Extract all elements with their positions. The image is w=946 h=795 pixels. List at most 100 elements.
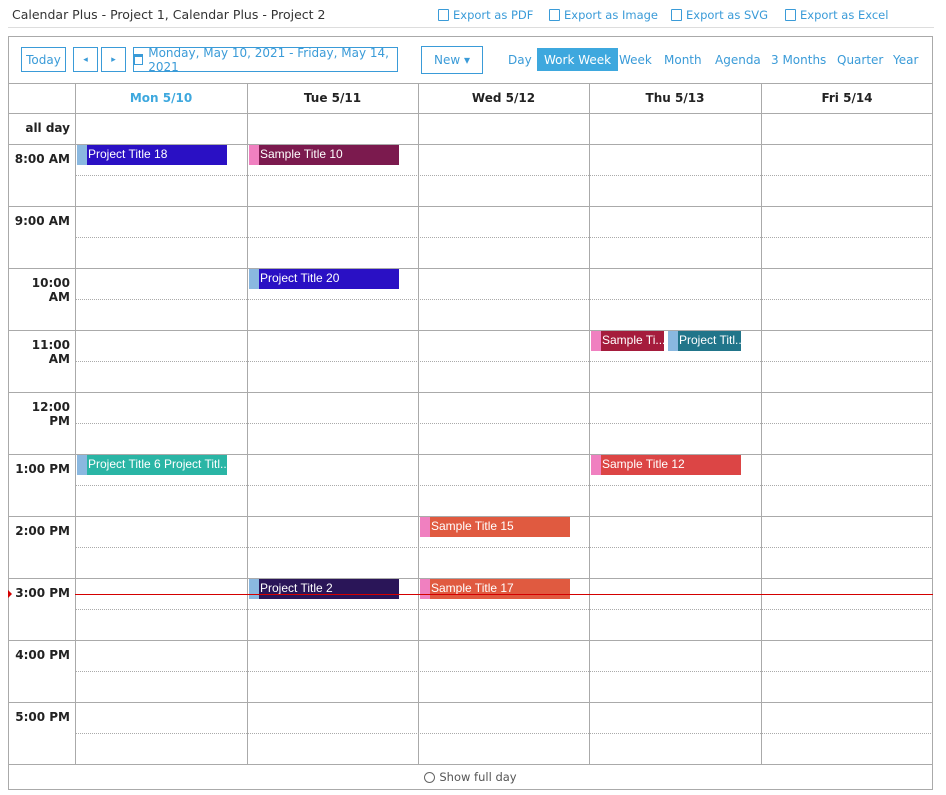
show-full-day-label: Show full day — [439, 770, 517, 784]
export-3-button[interactable]: Export as Excel — [785, 8, 888, 22]
event-stripe — [249, 269, 259, 289]
half-hour-line — [75, 361, 933, 362]
excel-icon — [785, 9, 796, 21]
event-stripe — [420, 579, 430, 599]
show-full-day-button[interactable]: Show full day — [8, 764, 933, 790]
app-title: Calendar Plus - Project 1, Calendar Plus… — [12, 7, 326, 22]
time-label: 4:00 PM — [15, 648, 70, 662]
day-header[interactable]: Thu 5/13 — [589, 83, 761, 113]
event-stripe — [668, 331, 678, 351]
half-hour-line — [75, 609, 933, 610]
event-stripe — [591, 455, 601, 475]
half-hour-line — [75, 423, 933, 424]
time-label: 9:00 AM — [14, 214, 70, 228]
half-hour-line — [75, 671, 933, 672]
column-line — [247, 83, 248, 764]
svg-icon — [671, 9, 682, 21]
current-time-line — [75, 593, 933, 595]
export-1-button[interactable]: Export as Image — [549, 8, 658, 22]
event-title: Project Title 20 — [260, 271, 340, 285]
event[interactable]: Sample Ti... — [591, 331, 664, 351]
event[interactable]: Project Title 2 — [249, 579, 399, 599]
event-title: Sample Title 10 — [260, 147, 343, 161]
event-title: Sample Ti... — [602, 333, 664, 347]
grid-line — [8, 702, 933, 703]
half-hour-line — [75, 237, 933, 238]
column-line — [75, 83, 76, 764]
event[interactable]: Project Title 18 — [77, 145, 227, 165]
view-tab-week[interactable]: Week — [612, 48, 659, 71]
export-0-button[interactable]: Export as PDF — [438, 8, 533, 22]
time-label: 5:00 PM — [15, 710, 70, 724]
event-title: Project Title 18 — [88, 147, 168, 161]
view-tab-day[interactable]: Day — [501, 48, 539, 71]
image-icon — [549, 9, 560, 21]
half-hour-line — [75, 485, 933, 486]
column-line — [589, 83, 590, 764]
event[interactable]: Sample Title 10 — [249, 145, 399, 165]
view-tab-work-week[interactable]: Work Week — [537, 48, 619, 71]
grid-line — [8, 764, 933, 765]
column-line — [761, 83, 762, 764]
time-label: 2:00 PM — [15, 524, 70, 538]
export-label: Export as SVG — [686, 8, 769, 22]
view-tab-month[interactable]: Month — [657, 48, 709, 71]
next-button[interactable]: ▸ — [101, 47, 126, 72]
clock-icon — [424, 771, 436, 783]
half-hour-line — [75, 547, 933, 548]
view-tab-year[interactable]: Year — [886, 48, 925, 71]
event[interactable]: Project Title 20 — [249, 269, 399, 289]
event-stripe — [420, 517, 430, 537]
event[interactable]: Sample Title 17 — [420, 579, 570, 599]
grid-line — [8, 330, 933, 331]
view-tab-agenda[interactable]: Agenda — [708, 48, 768, 71]
day-header[interactable]: Fri 5/14 — [761, 83, 933, 113]
half-hour-line — [75, 175, 933, 176]
grid-line — [8, 206, 933, 207]
event-stripe — [77, 145, 87, 165]
half-hour-line — [75, 733, 933, 734]
day-header[interactable]: Mon 5/10 — [75, 83, 247, 113]
time-label: 1:00 PM — [15, 462, 70, 476]
grid-line — [8, 640, 933, 641]
event[interactable]: Sample Title 15 — [420, 517, 570, 537]
time-label: 11:00 AM — [31, 338, 70, 366]
all-day-label: all day — [25, 121, 70, 135]
time-label: 8:00 AM — [14, 152, 70, 166]
date-range-picker[interactable]: Monday, May 10, 2021 - Friday, May 14, 2… — [133, 45, 398, 74]
half-hour-line — [75, 299, 933, 300]
event[interactable]: Sample Title 12 — [591, 455, 741, 475]
grid-line — [8, 268, 933, 269]
view-tab-quarter[interactable]: Quarter — [830, 48, 890, 71]
calendar-icon — [134, 54, 144, 65]
grid-line — [8, 113, 933, 114]
column-line — [418, 83, 419, 764]
prev-button[interactable]: ◂ — [73, 47, 98, 72]
event-stripe — [77, 455, 87, 475]
time-label: 12:00 PM — [31, 400, 70, 428]
day-header[interactable]: Wed 5/12 — [418, 83, 589, 113]
event-title: Project Titl... — [679, 333, 741, 347]
current-time-marker — [8, 589, 12, 598]
today-button[interactable]: Today — [21, 47, 66, 72]
export-2-button[interactable]: Export as SVG — [671, 8, 768, 22]
event[interactable]: Project Title 6 Project Titl... — [77, 455, 227, 475]
date-range-label: Monday, May 10, 2021 - Friday, May 14, 2… — [148, 45, 389, 74]
day-header[interactable]: Tue 5/11 — [247, 83, 418, 113]
pdf-icon — [438, 9, 449, 21]
time-label: 3:00 PM — [15, 586, 70, 600]
divider — [8, 27, 934, 28]
event-stripe — [249, 145, 259, 165]
new-button[interactable]: New ▾ — [421, 46, 483, 74]
event-title: Sample Title 15 — [431, 519, 514, 533]
time-label: 10:00 AM — [31, 276, 70, 304]
event-title: Sample Title 12 — [602, 457, 685, 471]
event-stripe — [591, 331, 601, 351]
view-tab-3-months[interactable]: 3 Months — [764, 48, 833, 71]
event[interactable]: Project Titl... — [668, 331, 741, 351]
export-label: Export as Image — [564, 8, 659, 22]
grid-line — [8, 392, 933, 393]
export-label: Export as Excel — [800, 8, 889, 22]
event-stripe — [249, 579, 259, 599]
event-title: Project Title 6 Project Titl... — [88, 457, 227, 471]
